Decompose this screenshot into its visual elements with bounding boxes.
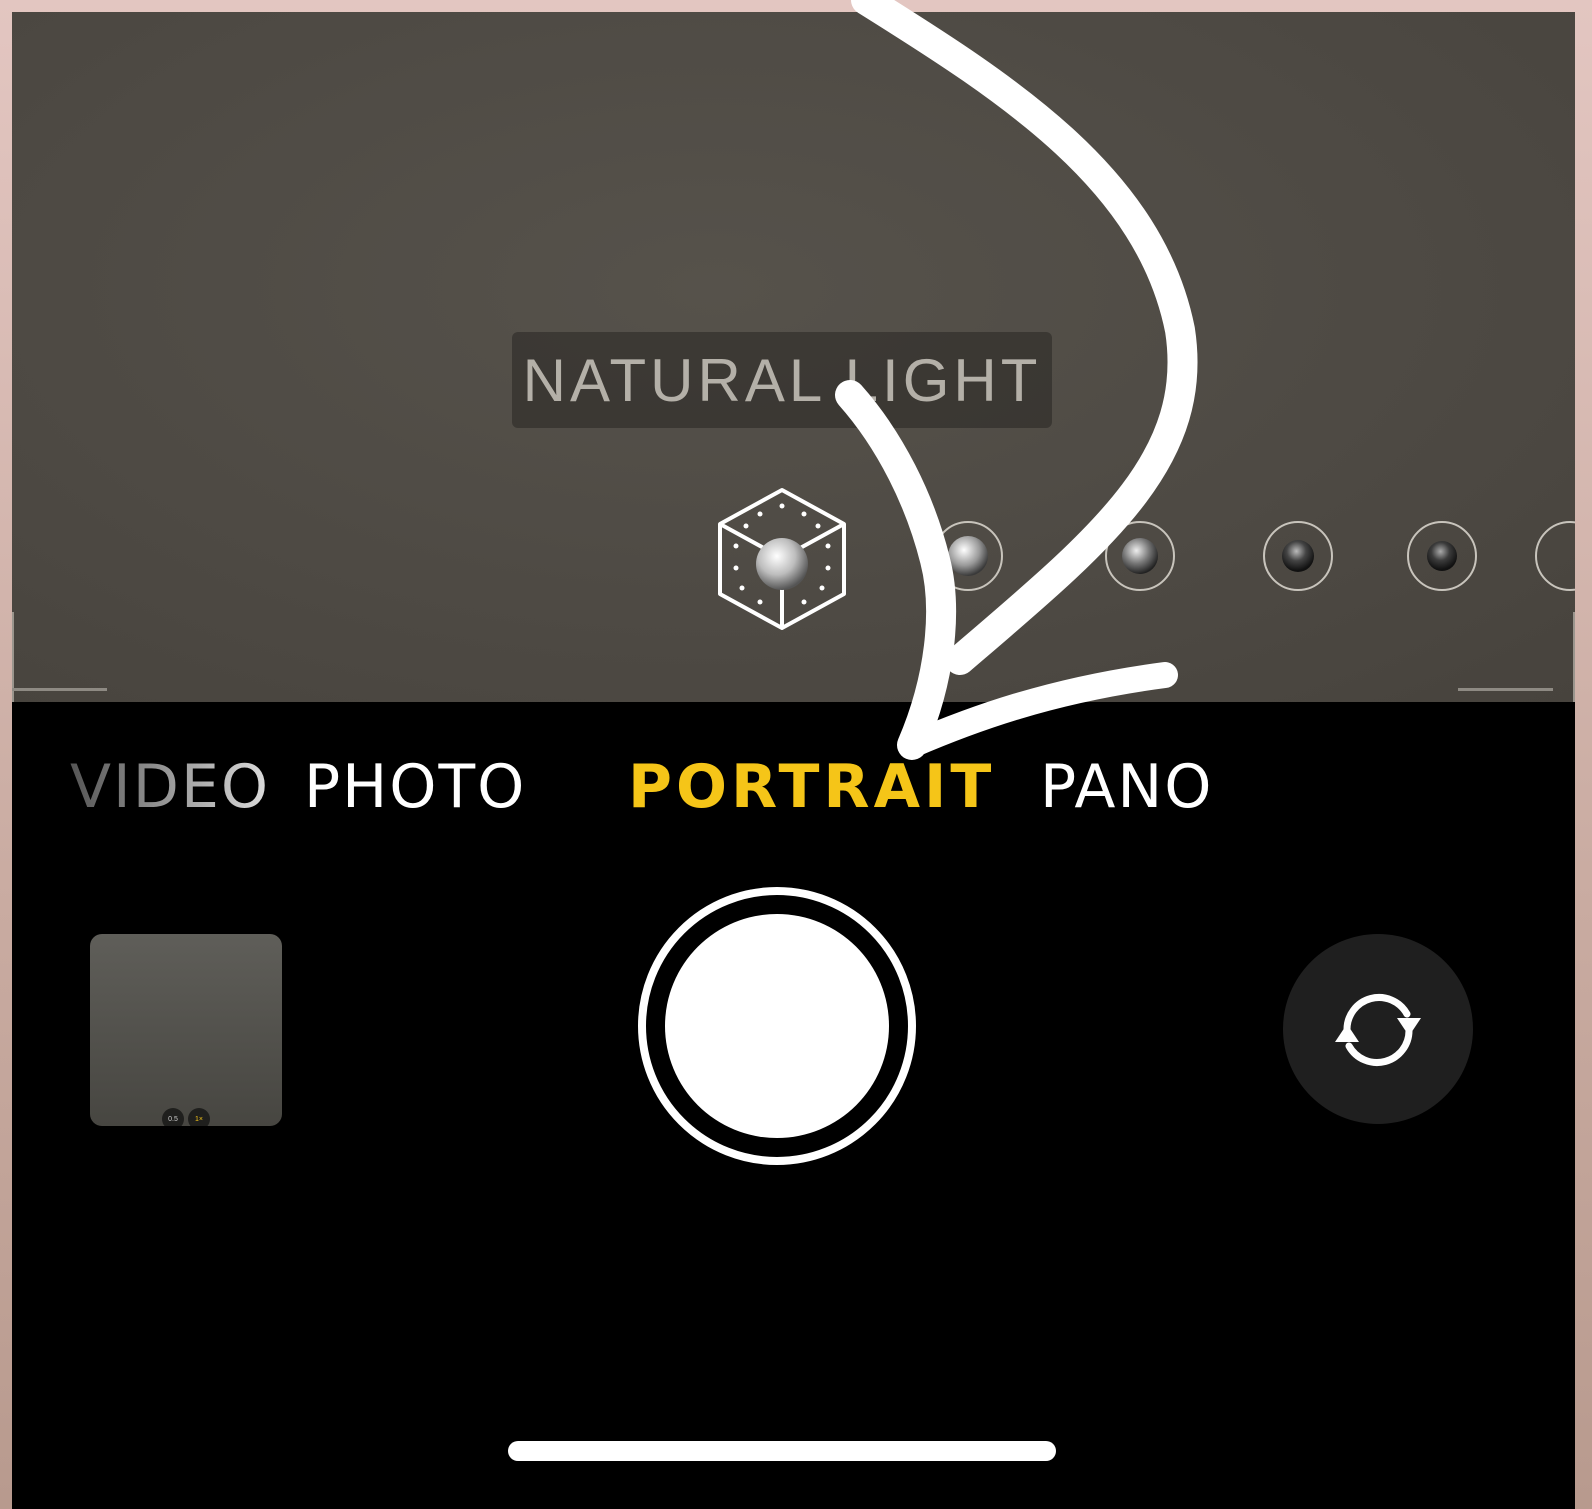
shutter-button-inner[interactable] xyxy=(665,914,889,1138)
mode-photo[interactable]: PHOTO xyxy=(304,752,526,822)
viewfinder-bottom-left-corner xyxy=(12,688,107,691)
viewfinder-right-edge xyxy=(1573,612,1575,702)
last-photo-thumbnail[interactable]: 0.5 1× xyxy=(90,934,282,1126)
shutter-button[interactable] xyxy=(638,887,916,1165)
thumbnail-zoom-chip-0-5: 0.5 xyxy=(162,1108,184,1126)
home-indicator[interactable] xyxy=(508,1441,1056,1461)
light-cube-icon[interactable] xyxy=(716,486,848,632)
studio-light-icon[interactable] xyxy=(932,520,1004,597)
stage-light-icon[interactable] xyxy=(1262,520,1334,597)
camera-app-screen: NATURAL LIGHT VIDEO PHOTO PORTRAIT PANO … xyxy=(12,12,1575,1509)
camera-flip-icon xyxy=(1335,994,1421,1066)
camera-flip-button[interactable] xyxy=(1283,934,1473,1124)
viewfinder-bottom-right-corner xyxy=(1458,688,1553,691)
mode-portrait[interactable]: PORTRAIT xyxy=(628,752,995,822)
contour-light-icon[interactable] xyxy=(1104,520,1176,597)
stage-light-mono-icon[interactable] xyxy=(1406,520,1478,597)
thumbnail-zoom-chip-1x: 1× xyxy=(188,1108,210,1126)
mode-selector: VIDEO PHOTO PORTRAIT PANO xyxy=(12,752,1575,842)
lighting-effect-label: NATURAL LIGHT xyxy=(512,332,1052,428)
viewfinder[interactable]: NATURAL LIGHT xyxy=(12,12,1575,702)
mode-video[interactable]: VIDEO xyxy=(70,752,270,822)
mode-pano[interactable]: PANO xyxy=(1040,752,1214,822)
high-key-light-mono-icon[interactable] xyxy=(1534,520,1575,597)
